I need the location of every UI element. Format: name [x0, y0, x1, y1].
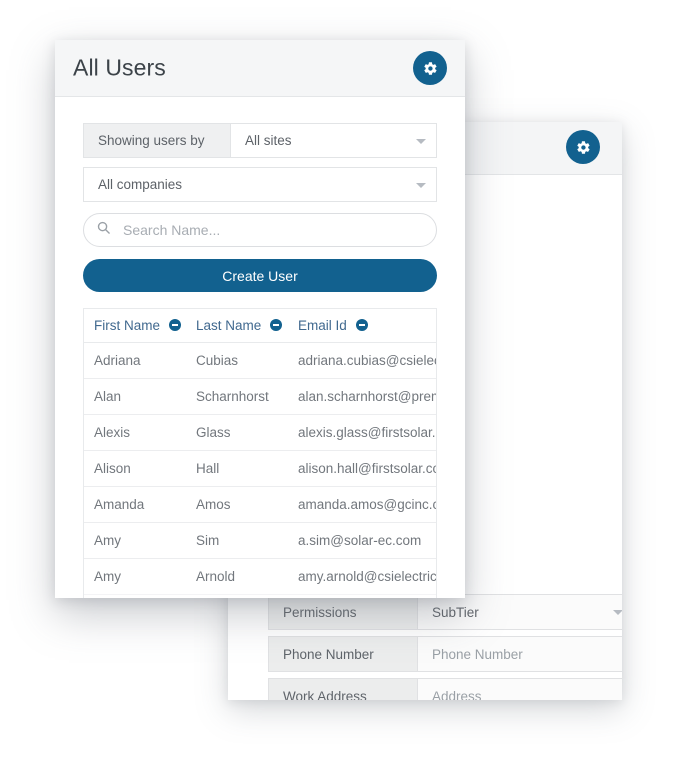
chevron-down-icon [416, 138, 426, 144]
cell-first-name: Amy [84, 558, 186, 595]
settings-gear-button-background[interactable] [566, 130, 600, 164]
cell-email: amanda.amos@gcinc.com [288, 486, 436, 523]
phone-number-placeholder: Phone Number [432, 646, 523, 662]
column-header-first-name-label: First Name [94, 318, 161, 333]
users-table: First Name Last Name Email Id Adriana Cu… [84, 309, 436, 598]
sort-toggle-icon[interactable] [168, 319, 181, 331]
table-row[interactable]: Amanda Amos amanda.amos@gcinc.com [84, 486, 436, 523]
all-users-header: All Users [55, 40, 465, 97]
showing-users-by-label: Showing users by [83, 123, 231, 158]
showing-users-by-row: Showing users by All sites [83, 123, 437, 158]
search-icon [96, 220, 111, 240]
cell-first-name: Adriana [84, 342, 186, 379]
column-header-email-id-label: Email Id [298, 318, 347, 333]
permissions-label: Permissions [268, 594, 418, 630]
table-row[interactable]: Adriana Cubias adriana.cubias@csielectri… [84, 342, 436, 379]
table-header-row: First Name Last Name Email Id [84, 309, 436, 343]
create-user-button[interactable]: Create User [83, 259, 437, 292]
table-row[interactable]: Amy Sim a.sim@solar-ec.com [84, 522, 436, 559]
cell-email: alexis.glass@firstsolar.com [288, 414, 436, 451]
settings-gear-button[interactable] [413, 51, 447, 85]
cell-last-name: Sim [186, 522, 288, 559]
search-input[interactable] [121, 221, 414, 239]
page-title: All Users [73, 54, 166, 81]
phone-number-input[interactable]: Phone Number [418, 636, 622, 672]
work-address-label: Work Address [268, 678, 418, 700]
work-address-row: Work Address Address [268, 678, 622, 700]
permissions-select[interactable]: SubTier [418, 594, 622, 630]
all-users-body: Showing users by All sites All companies [55, 123, 465, 598]
screen: rst st nhorst@premierbuilde uilders LLC … [0, 0, 692, 768]
table-row[interactable]: Alan Scharnhorst alan.scharnhorst@premie… [84, 378, 436, 415]
table-row[interactable]: Alexis Glass alexis.glass@firstsolar.com [84, 414, 436, 451]
table-row[interactable]: Andrew McCracken AMcCracken@rdgig.com [84, 594, 436, 598]
chevron-down-icon [416, 182, 426, 188]
cell-last-name: Glass [186, 414, 288, 451]
chevron-down-icon [613, 610, 622, 615]
cell-email: alison.hall@firstsolar.com [288, 450, 436, 487]
all-users-card: All Users Showing users by All sites All… [55, 40, 465, 598]
cell-last-name: McCracken [186, 594, 288, 598]
cell-first-name: Alan [84, 378, 186, 415]
cell-first-name: Alison [84, 450, 186, 487]
gear-icon [423, 61, 438, 76]
sort-toggle-icon[interactable] [355, 319, 368, 331]
site-filter-select[interactable]: All sites [231, 123, 437, 158]
cell-email: alan.scharnhorst@premierbuilders.com [288, 378, 436, 415]
phone-number-label: Phone Number [268, 636, 418, 672]
site-filter-value: All sites [245, 133, 292, 148]
column-header-email-id[interactable]: Email Id [288, 309, 436, 343]
cell-last-name: Cubias [186, 342, 288, 379]
company-filter-select[interactable]: All companies [83, 167, 437, 202]
cell-first-name: Alexis [84, 414, 186, 451]
cell-email: amy.arnold@csielectric.com [288, 558, 436, 595]
column-header-last-name-label: Last Name [196, 318, 262, 333]
cell-last-name: Hall [186, 450, 288, 487]
column-header-last-name[interactable]: Last Name [186, 309, 288, 343]
table-row[interactable]: Alison Hall alison.hall@firstsolar.com [84, 450, 436, 487]
cell-first-name: Amy [84, 522, 186, 559]
cell-last-name: Arnold [186, 558, 288, 595]
search-box[interactable] [83, 213, 437, 247]
users-table-body: Adriana Cubias adriana.cubias@csielectri… [84, 342, 436, 598]
permissions-row: Permissions SubTier [268, 594, 622, 630]
cell-first-name: Amanda [84, 486, 186, 523]
table-row[interactable]: Amy Arnold amy.arnold@csielectric.com [84, 558, 436, 595]
cell-email: a.sim@solar-ec.com [288, 522, 436, 559]
work-address-placeholder: Address [432, 688, 482, 701]
phone-number-row: Phone Number Phone Number [268, 636, 622, 672]
users-table-container[interactable]: First Name Last Name Email Id Adriana Cu… [83, 308, 437, 598]
permissions-value: SubTier [432, 604, 479, 620]
cell-last-name: Amos [186, 486, 288, 523]
sort-toggle-icon[interactable] [270, 319, 283, 331]
cell-email: AMcCracken@rdgig.com [288, 594, 436, 598]
company-filter-value: All companies [98, 177, 183, 192]
cell-first-name: Andrew [84, 594, 186, 598]
column-header-first-name[interactable]: First Name [84, 309, 186, 343]
gear-icon [576, 140, 591, 155]
cell-email: adriana.cubias@csielectric.com [288, 342, 436, 379]
work-address-input[interactable]: Address [418, 678, 622, 700]
cell-last-name: Scharnhorst [186, 378, 288, 415]
